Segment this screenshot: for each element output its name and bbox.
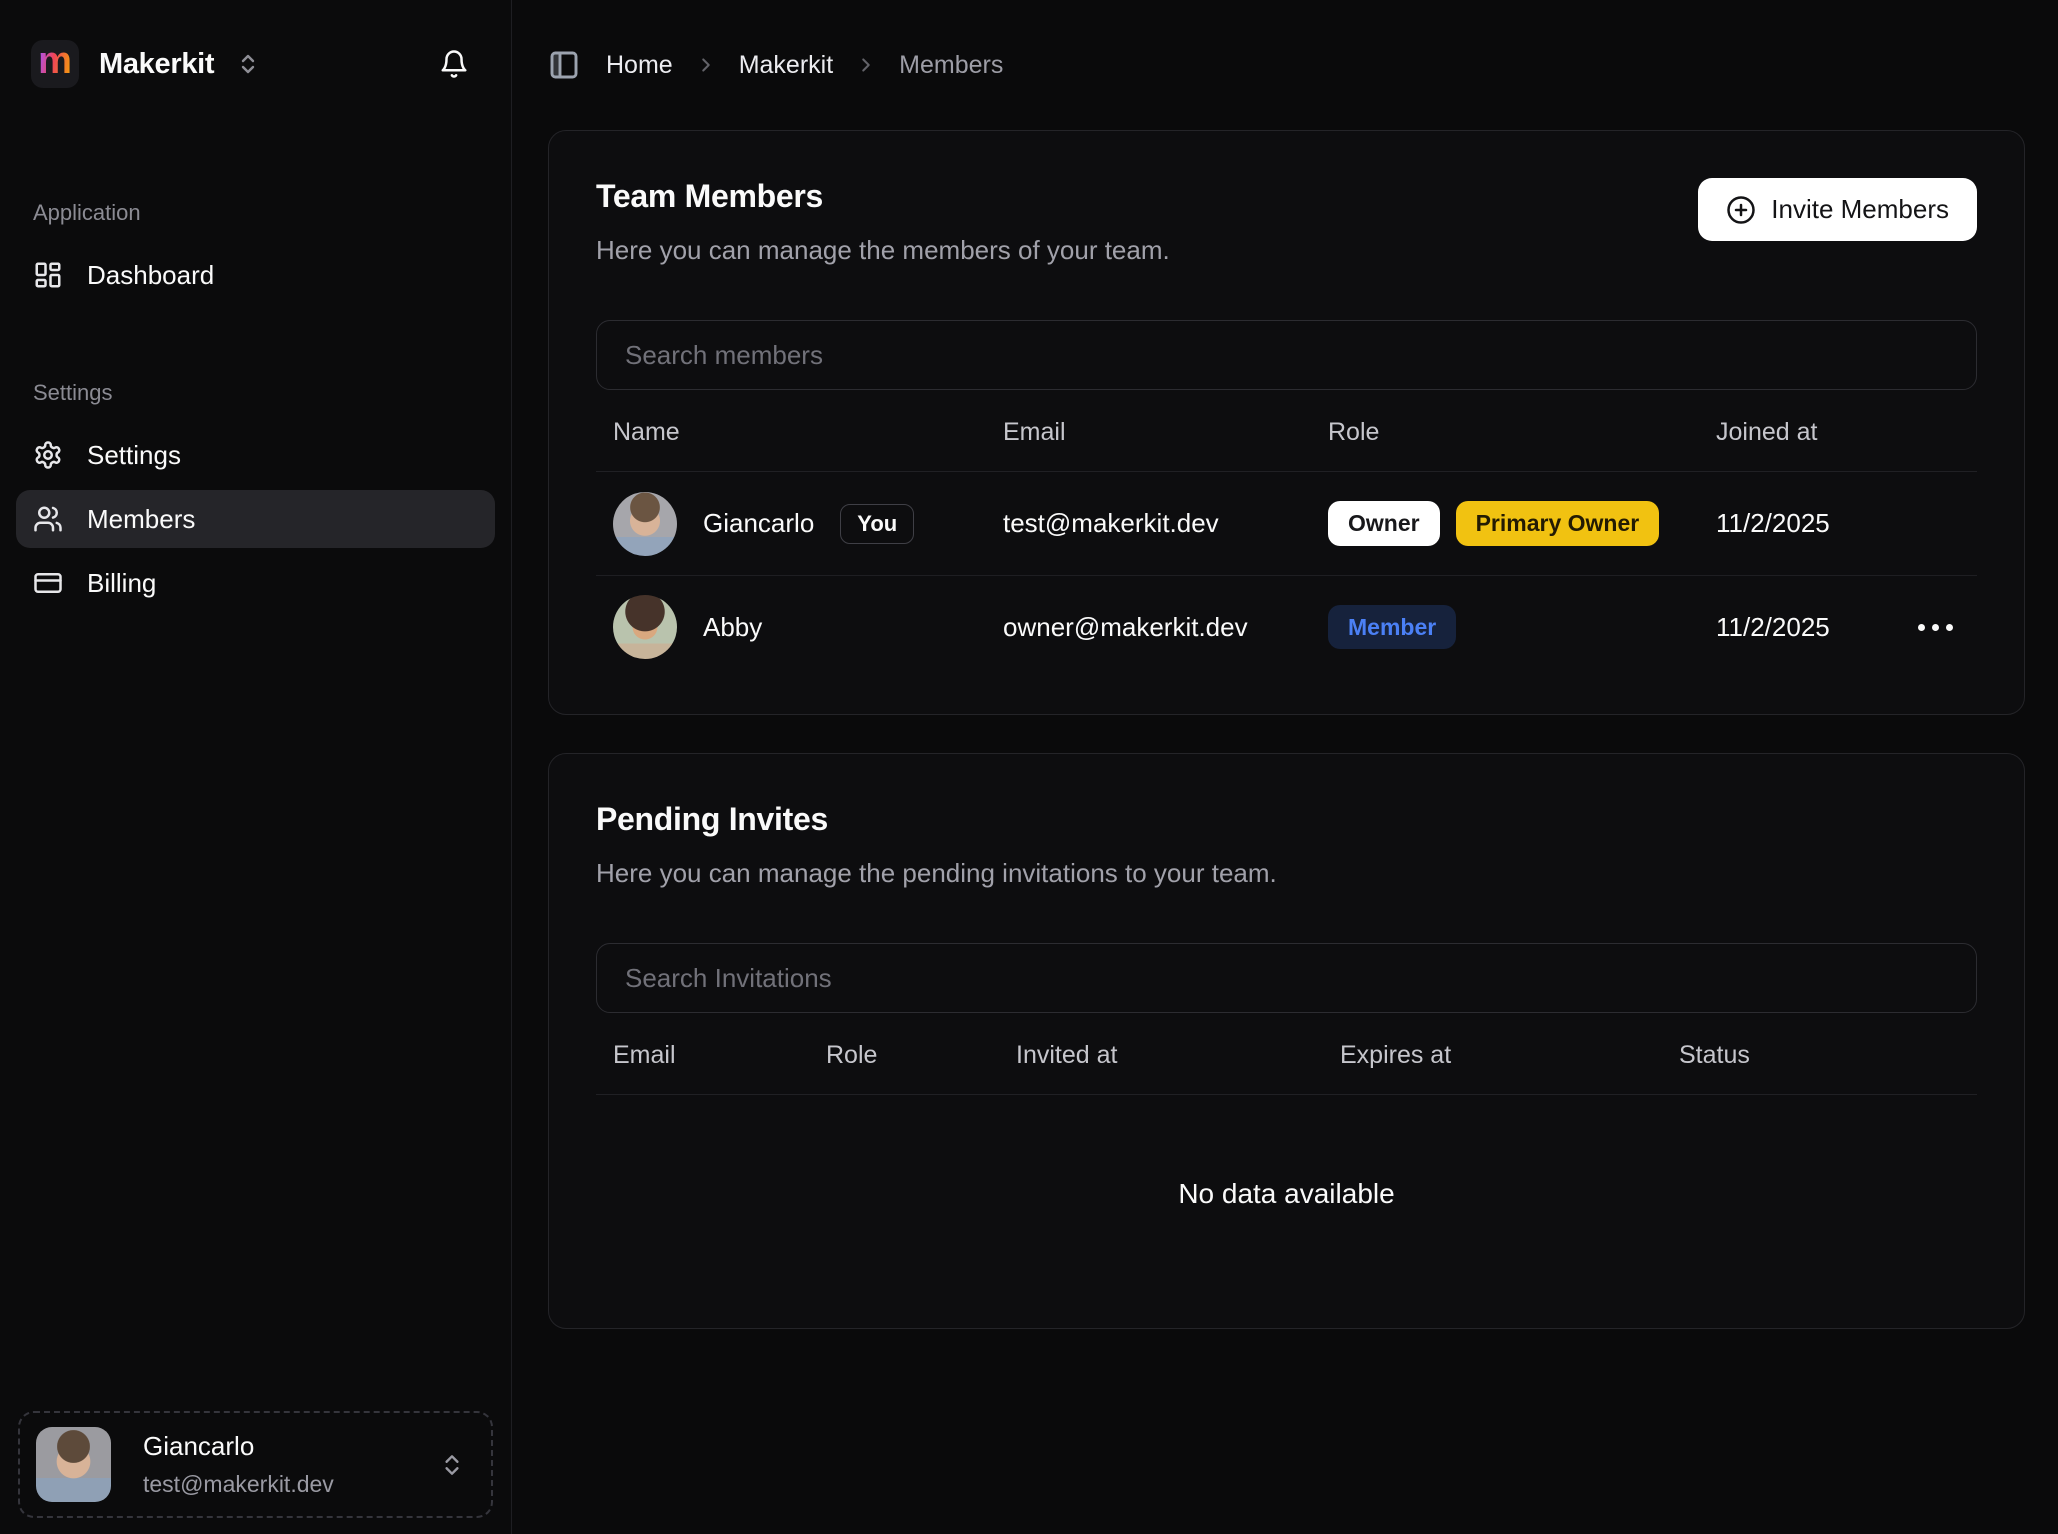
circle-plus-icon (1726, 195, 1756, 225)
members-table-header: Name Email Role Joined at (596, 390, 1977, 472)
role-badge-owner: Owner (1328, 501, 1440, 545)
nav-section-settings: Settings (16, 380, 495, 406)
avatar (613, 492, 677, 556)
sidebar-item-label: Dashboard (87, 260, 214, 291)
column-status: Status (1679, 1041, 1977, 1070)
user-avatar (36, 1427, 111, 1502)
user-email: test@makerkit.dev (143, 1471, 334, 1498)
nav-section-application: Application (16, 200, 495, 226)
team-members-heading: Team Members Here you can manage the mem… (596, 178, 1170, 266)
pending-invites-title: Pending Invites (596, 801, 1277, 838)
member-joined-at: 11/2/2025 (1716, 508, 1918, 539)
pending-invites-heading: Pending Invites Here you can manage the … (596, 801, 1277, 889)
table-row: Abby owner@makerkit.dev Member 11/2/2025 (596, 575, 1977, 678)
workspace-name: Makerkit (99, 48, 214, 81)
avatar (613, 595, 677, 659)
user-name: Giancarlo (143, 1431, 334, 1462)
column-email: Email (1003, 418, 1328, 447)
user-info: Giancarlo test@makerkit.dev (143, 1431, 334, 1498)
search-invitations-input[interactable] (596, 943, 1977, 1013)
users-icon (33, 504, 63, 534)
member-name: Abby (703, 612, 762, 643)
user-account-menu[interactable]: Giancarlo test@makerkit.dev (18, 1411, 493, 1518)
search-members-input[interactable] (596, 320, 1977, 390)
ellipsis-icon (1918, 624, 1953, 631)
member-roles: Owner Primary Owner (1328, 501, 1716, 545)
member-roles: Member (1328, 605, 1716, 649)
team-members-card: Team Members Here you can manage the mem… (548, 130, 2025, 715)
member-name-cell: Giancarlo You (613, 492, 1003, 556)
row-actions-menu-button[interactable] (1918, 614, 1977, 641)
column-name: Name (613, 418, 1003, 447)
invite-members-label: Invite Members (1771, 194, 1949, 225)
member-joined-at: 11/2/2025 (1716, 612, 1918, 643)
chevron-right-icon (855, 54, 877, 76)
column-role: Role (1328, 418, 1716, 447)
team-members-title: Team Members (596, 178, 1170, 215)
team-members-header: Team Members Here you can manage the mem… (596, 178, 1977, 266)
chevrons-up-down-icon (439, 1452, 465, 1478)
sidebar-toggle-button[interactable] (548, 49, 580, 81)
pending-invites-subtitle: Here you can manage the pending invitati… (596, 858, 1277, 889)
sidebar: m Makerkit Application Dashboard Setting… (0, 0, 512, 1534)
invites-table-header: Email Role Invited at Expires at Status (596, 1013, 1977, 1095)
bell-icon (439, 49, 469, 79)
member-name: Giancarlo (703, 508, 814, 539)
sidebar-item-settings[interactable]: Settings (16, 426, 495, 484)
credit-card-icon (33, 568, 63, 598)
breadcrumb: Home Makerkit Members (606, 51, 1003, 80)
breadcrumb-home[interactable]: Home (606, 51, 673, 80)
column-email: Email (613, 1041, 826, 1070)
main-content: Home Makerkit Members Team Members Here … (512, 0, 2058, 1534)
sidebar-item-label: Settings (87, 440, 181, 471)
pending-invites-card: Pending Invites Here you can manage the … (548, 753, 2025, 1329)
empty-state-message: No data available (596, 1095, 1977, 1292)
member-email: owner@makerkit.dev (1003, 612, 1328, 643)
workspace-header: m Makerkit (0, 0, 511, 88)
dashboard-icon (33, 260, 63, 290)
column-expires-at: Expires at (1340, 1041, 1679, 1070)
makerkit-logo: m (31, 40, 79, 88)
sidebar-nav: Application Dashboard Settings Settings … (0, 200, 511, 618)
sidebar-item-label: Billing (87, 568, 156, 599)
workspace-switcher[interactable] (236, 52, 260, 76)
member-name-cell: Abby (613, 595, 1003, 659)
sidebar-item-dashboard[interactable]: Dashboard (16, 246, 495, 304)
chevron-right-icon (695, 54, 717, 76)
column-invited-at: Invited at (1016, 1041, 1340, 1070)
logo-letter: m (38, 42, 72, 80)
team-members-subtitle: Here you can manage the members of your … (596, 235, 1170, 266)
settings-gear-icon (33, 440, 63, 470)
chevrons-up-down-icon (236, 52, 260, 76)
notifications-button[interactable] (439, 49, 469, 79)
breadcrumb-members: Members (899, 51, 1003, 80)
sidebar-item-members[interactable]: Members (16, 490, 495, 548)
invite-members-button[interactable]: Invite Members (1698, 178, 1977, 241)
sidebar-item-billing[interactable]: Billing (16, 554, 495, 612)
you-badge: You (840, 504, 914, 544)
pending-invites-header: Pending Invites Here you can manage the … (596, 801, 1977, 889)
breadcrumb-makerkit[interactable]: Makerkit (739, 51, 833, 80)
top-bar: Home Makerkit Members (548, 0, 2025, 130)
sidebar-item-label: Members (87, 504, 195, 535)
table-row: Giancarlo You test@makerkit.dev Owner Pr… (596, 472, 1977, 575)
role-badge-member: Member (1328, 605, 1456, 649)
role-badge-primary-owner: Primary Owner (1456, 501, 1660, 545)
panel-left-icon (548, 49, 580, 81)
member-email: test@makerkit.dev (1003, 508, 1328, 539)
column-joined-at: Joined at (1716, 418, 1918, 447)
column-role: Role (826, 1041, 1016, 1070)
